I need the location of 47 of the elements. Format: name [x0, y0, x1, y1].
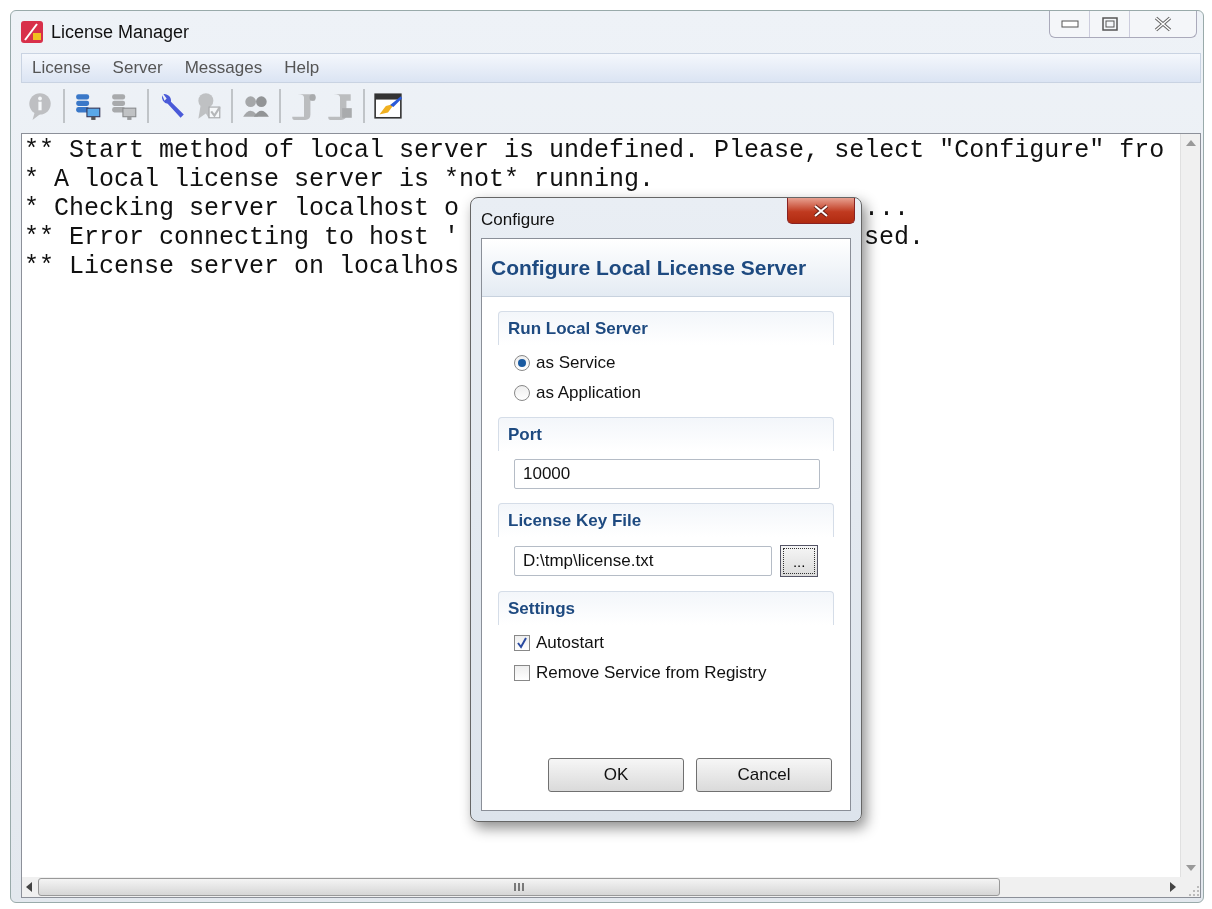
app-icon	[21, 21, 43, 43]
section-header: Run Local Server	[498, 311, 834, 345]
section-header: Settings	[498, 591, 834, 625]
close-button[interactable]	[787, 198, 855, 224]
menu-item[interactable]: Messages	[184, 58, 263, 78]
log-line: ...	[864, 194, 909, 223]
log-line: sed.	[864, 223, 924, 252]
radio-label[interactable]: as Application	[536, 383, 641, 403]
checkbox[interactable]	[514, 635, 530, 651]
close-icon[interactable]	[1153, 16, 1173, 32]
dialog-button[interactable]: Cancel	[696, 758, 832, 792]
browse-button[interactable]: ...	[780, 545, 818, 577]
scrollbar-thumb[interactable]	[38, 878, 1000, 896]
log-line: * A local license server is *not* running.	[24, 165, 655, 194]
paint-window-icon[interactable]	[373, 91, 403, 121]
server-monitor-icon[interactable]	[73, 91, 103, 121]
menu-item[interactable]: Help	[284, 58, 320, 78]
section-header: Port	[498, 417, 834, 451]
dialog-button[interactable]: OK	[548, 758, 684, 792]
scroll-right-icon[interactable]	[1170, 882, 1176, 892]
scroll-down-icon[interactable]	[1185, 865, 1196, 871]
resize-grip-icon[interactable]	[1188, 885, 1200, 897]
scroll-up-icon[interactable]	[1185, 140, 1196, 146]
vertical-scrollbar[interactable]	[1180, 134, 1200, 877]
log-line: * Checking server localhost o	[24, 194, 460, 223]
log-line: ** License server on localhos	[24, 252, 460, 281]
maximize-icon[interactable]	[1101, 17, 1118, 31]
close-icon[interactable]	[812, 203, 830, 218]
menu-item[interactable]: License	[32, 58, 91, 78]
scroll-left-icon[interactable]	[26, 882, 32, 892]
radio-button[interactable]	[514, 355, 530, 371]
section-header: License Key File	[498, 503, 834, 537]
port-field[interactable]: 10000	[514, 459, 820, 489]
radio-button[interactable]	[514, 385, 530, 401]
checkbox-label[interactable]: Autostart	[536, 633, 605, 653]
log-line: ** Start method of local server is undefined. Please, select "Configure" fro	[24, 136, 1165, 165]
checkbox-label[interactable]: Remove Service from Registry	[536, 663, 767, 683]
log-line: ** Error connecting to host '	[24, 223, 460, 252]
window-title: License Manager	[51, 21, 190, 43]
horizontal-scrollbar[interactable]	[22, 877, 1180, 897]
dialog-title: Configure	[481, 210, 555, 230]
radio-label[interactable]: as Service	[536, 353, 616, 373]
checkbox[interactable]	[514, 665, 530, 681]
file-path-field[interactable]: D:\tmp\license.txt	[514, 546, 773, 576]
minimize-icon[interactable]	[1060, 20, 1079, 28]
grip-icon	[514, 883, 524, 891]
menu-item[interactable]: Server	[112, 58, 163, 78]
